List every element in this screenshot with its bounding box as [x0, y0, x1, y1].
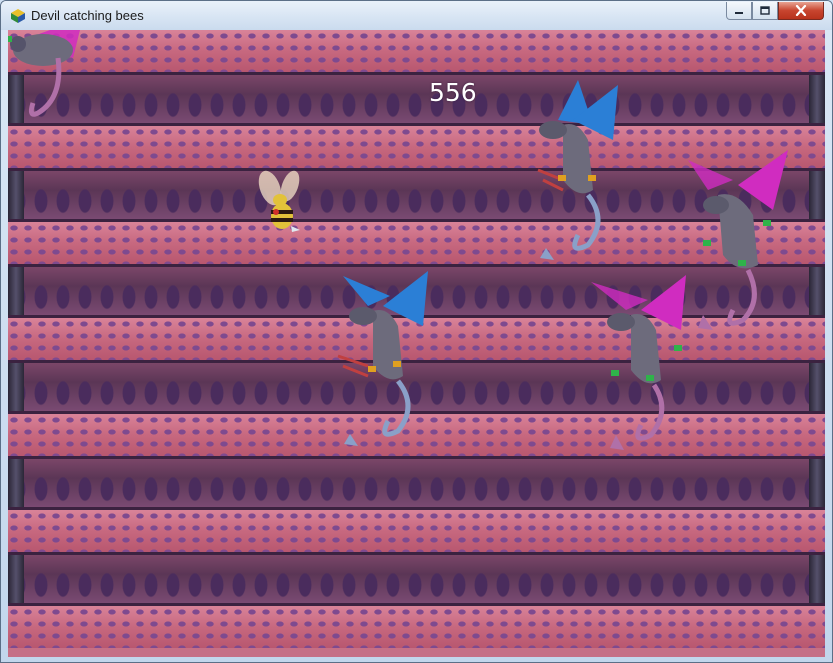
- floor-band: [8, 30, 825, 72]
- app-icon: [11, 9, 25, 23]
- floor-band: [8, 510, 825, 552]
- arch-band: [8, 552, 825, 606]
- dragon-sprite: [537, 80, 618, 260]
- dragon-sprite: [8, 30, 80, 117]
- close-button[interactable]: [778, 2, 824, 20]
- close-icon: [795, 5, 807, 16]
- dragon-sprite: [337, 271, 428, 446]
- floor-band: [8, 606, 825, 648]
- dragon-sprite: [688, 150, 788, 330]
- arch-band: [8, 456, 825, 510]
- arch-band: [8, 72, 825, 126]
- minimize-button[interactable]: [726, 2, 752, 20]
- maximize-icon: [760, 6, 770, 15]
- game-window: Devil catching bees 556: [0, 0, 833, 663]
- maximize-button[interactable]: [752, 2, 778, 20]
- minimize-icon: [735, 11, 743, 14]
- window-title: Devil catching bees: [31, 8, 144, 23]
- dragon-sprite: [591, 275, 686, 450]
- title-bar[interactable]: Devil catching bees: [1, 1, 832, 30]
- game-canvas[interactable]: 556: [8, 30, 825, 657]
- score-display: 556: [429, 78, 477, 107]
- bee-sprite[interactable]: [256, 166, 306, 242]
